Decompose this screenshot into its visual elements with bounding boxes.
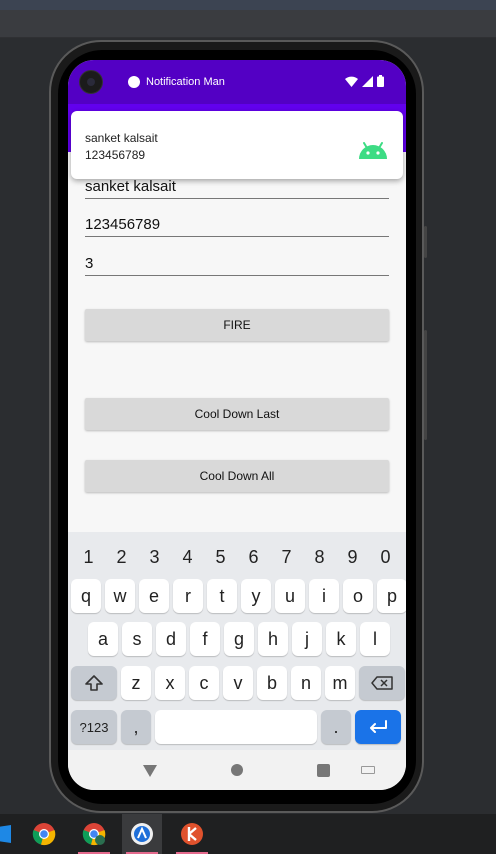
notification-title: sanket kalsait: [85, 131, 158, 145]
backspace-key[interactable]: [359, 666, 405, 700]
key-e[interactable]: e: [139, 579, 169, 613]
notification-dot-icon: [128, 76, 140, 88]
tool-app-icon: [181, 823, 203, 845]
key-y[interactable]: y: [241, 579, 271, 613]
key-6[interactable]: 6: [239, 542, 269, 572]
key-n[interactable]: n: [291, 666, 321, 700]
cool-down-all-button[interactable]: Cool Down All: [85, 460, 389, 492]
recents-icon[interactable]: [317, 764, 330, 777]
camera-icon: [79, 70, 103, 94]
android-studio-icon: [131, 823, 153, 845]
fire-button[interactable]: FIRE: [85, 309, 389, 341]
key-r[interactable]: r: [173, 579, 203, 613]
cool-down-last-button[interactable]: Cool Down Last: [85, 398, 389, 430]
soft-keyboard: 1 2 3 4 5 6 7 8 9 0 q w e r t y u i o p …: [68, 532, 406, 750]
period-key[interactable]: .: [321, 710, 351, 744]
key-i[interactable]: i: [309, 579, 339, 613]
key-x[interactable]: x: [155, 666, 185, 700]
phone-field-value: 123456789: [85, 216, 161, 233]
keyboard-row-1: q w e r t y u i o p: [71, 579, 406, 613]
status-icons: [345, 75, 384, 87]
wifi-icon: [345, 76, 358, 87]
key-9[interactable]: 9: [338, 542, 368, 572]
key-h[interactable]: h: [258, 622, 288, 656]
status-bar: Notification Man: [68, 60, 406, 104]
key-m[interactable]: m: [325, 666, 355, 700]
taskbar-android-studio[interactable]: [122, 814, 162, 854]
keyboard-row-3: z x c v b n m: [71, 666, 405, 700]
signal-icon: [362, 75, 373, 87]
chrome-icon: [32, 823, 56, 846]
android-icon: [359, 142, 387, 159]
key-d[interactable]: d: [156, 622, 186, 656]
emulator-screen: Notification Man sanket kalsait 12345678…: [68, 60, 406, 790]
key-5[interactable]: 5: [206, 542, 236, 572]
taskbar-edge-app[interactable]: [0, 814, 24, 854]
window-top-bar: [0, 0, 496, 10]
keyboard-number-row: 1 2 3 4 5 6 7 8 9 0: [68, 542, 406, 572]
key-z[interactable]: z: [121, 666, 151, 700]
key-j[interactable]: j: [292, 622, 322, 656]
key-k[interactable]: k: [326, 622, 356, 656]
volume-button[interactable]: [424, 226, 427, 258]
key-q[interactable]: q: [71, 579, 101, 613]
key-2[interactable]: 2: [107, 542, 137, 572]
power-button[interactable]: [424, 330, 427, 440]
count-field-value: 3: [85, 255, 94, 272]
keyboard-row-4: ?123 , .: [71, 710, 401, 744]
key-b[interactable]: b: [257, 666, 287, 700]
taskbar-chrome[interactable]: [24, 814, 64, 854]
navigation-bar: [68, 750, 406, 790]
key-a[interactable]: a: [88, 622, 118, 656]
shift-icon: [85, 675, 103, 691]
heads-up-notification[interactable]: sanket kalsait 123456789: [71, 111, 403, 179]
key-v[interactable]: v: [223, 666, 253, 700]
phone-field[interactable]: 123456789: [85, 211, 389, 237]
key-t[interactable]: t: [207, 579, 237, 613]
chrome-profile-icon: [82, 823, 106, 846]
enter-key[interactable]: [355, 710, 401, 744]
taskbar: [0, 814, 496, 854]
enter-icon: [370, 720, 387, 733]
home-icon[interactable]: [231, 764, 243, 776]
key-f[interactable]: f: [190, 622, 220, 656]
key-u[interactable]: u: [275, 579, 305, 613]
window-tool-strip: [0, 10, 496, 38]
key-7[interactable]: 7: [272, 542, 302, 572]
key-8[interactable]: 8: [305, 542, 335, 572]
symbols-key[interactable]: ?123: [71, 710, 117, 744]
key-g[interactable]: g: [224, 622, 254, 656]
key-1[interactable]: 1: [74, 542, 104, 572]
comma-key[interactable]: ,: [121, 710, 151, 744]
keyboard-switch-icon[interactable]: [361, 766, 375, 774]
name-field-value: sanket kalsait: [85, 178, 176, 195]
status-notification-title: Notification Man: [146, 76, 225, 88]
taskbar-chrome-profile[interactable]: [74, 814, 114, 854]
key-s[interactable]: s: [122, 622, 152, 656]
back-icon[interactable]: [143, 765, 157, 777]
name-field[interactable]: sanket kalsait: [85, 173, 389, 199]
keyboard-row-2: a s d f g h j k l: [88, 622, 390, 656]
key-p[interactable]: p: [377, 579, 406, 613]
key-w[interactable]: w: [105, 579, 135, 613]
space-key[interactable]: [155, 710, 317, 744]
count-field[interactable]: 3: [85, 250, 389, 276]
key-3[interactable]: 3: [140, 542, 170, 572]
shift-key[interactable]: [71, 666, 117, 700]
key-4[interactable]: 4: [173, 542, 203, 572]
key-0[interactable]: 0: [371, 542, 401, 572]
taskbar-tool-app[interactable]: [172, 814, 212, 854]
battery-icon: [377, 75, 384, 87]
key-l[interactable]: l: [360, 622, 390, 656]
key-o[interactable]: o: [343, 579, 373, 613]
key-c[interactable]: c: [189, 666, 219, 700]
notification-text: 123456789: [85, 148, 146, 162]
backspace-icon: [371, 676, 393, 690]
app-icon: [0, 825, 11, 843]
